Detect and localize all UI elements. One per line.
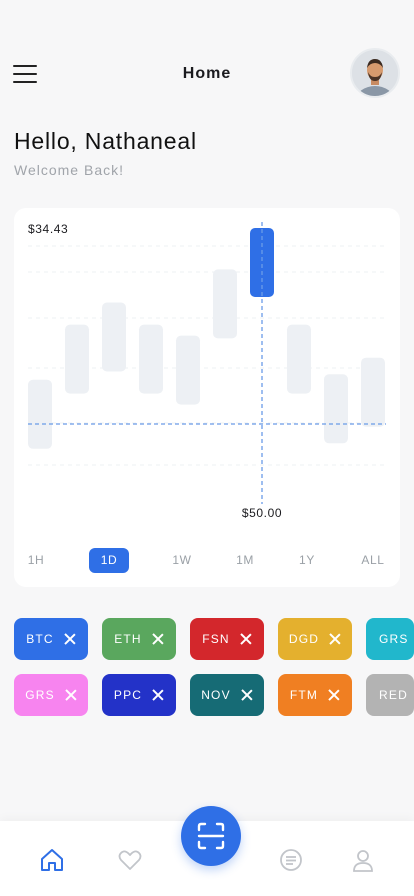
candle — [176, 335, 200, 405]
coin-chip-label: BTC — [26, 632, 54, 646]
candle — [324, 374, 348, 444]
coin-chip-ftm[interactable]: FTM — [278, 674, 352, 716]
coin-chip-ppc[interactable]: PPC — [102, 674, 176, 716]
price-label-bottom: $50.00 — [242, 506, 282, 520]
candle — [65, 324, 89, 394]
coin-chip-label: ETH — [114, 632, 142, 646]
chat-icon[interactable] — [278, 847, 304, 873]
coin-chip-nov[interactable]: NOV — [190, 674, 264, 716]
scan-icon — [197, 822, 225, 850]
coin-chip-red[interactable]: RED — [366, 674, 414, 716]
candle — [28, 379, 52, 449]
candlestick-chart[interactable]: $34.43 $50.00 — [14, 208, 400, 538]
avatar[interactable] — [350, 48, 400, 98]
greeting-title: Hello, Nathaneal — [14, 128, 197, 154]
close-icon[interactable] — [152, 689, 164, 701]
coin-chip-label: FSN — [202, 632, 230, 646]
candle — [102, 302, 126, 372]
close-icon[interactable] — [64, 633, 76, 645]
timeframe-tab-1m[interactable]: 1M — [233, 548, 257, 573]
coin-chip-label: GRS — [25, 688, 55, 702]
heart-icon[interactable] — [117, 847, 143, 873]
coin-chip-label: DGD — [288, 632, 320, 646]
welcome-subtitle: Welcome Back! — [14, 162, 124, 178]
timeframe-selector: 1H 1D 1W 1M 1Y ALL — [14, 548, 400, 578]
close-icon[interactable] — [65, 689, 77, 701]
timeframe-tab-all[interactable]: ALL — [361, 548, 385, 573]
coin-chip-eth[interactable]: ETH — [102, 618, 176, 660]
close-icon[interactable] — [152, 633, 164, 645]
header: Home — [0, 46, 414, 102]
coin-chip-grs[interactable]: GRS — [14, 674, 88, 716]
coin-chip-label: GRS — [379, 632, 409, 646]
scan-button[interactable] — [181, 806, 241, 866]
timeframe-tab-1w[interactable]: 1W — [170, 548, 194, 573]
coin-chip-label: FTM — [289, 688, 319, 702]
coin-chip-label: PPC — [113, 688, 143, 702]
timeframe-tab-1h[interactable]: 1H — [24, 548, 48, 573]
timeframe-tab-1d[interactable]: 1D — [89, 548, 129, 573]
candle — [139, 324, 163, 394]
close-icon[interactable] — [241, 689, 253, 701]
candle — [287, 324, 311, 394]
timeframe-tab-1y[interactable]: 1Y — [295, 548, 319, 573]
coin-chip-btc[interactable]: BTC — [14, 618, 88, 660]
coin-chip-label: NOV — [201, 688, 231, 702]
home-icon[interactable] — [39, 847, 65, 873]
coin-chip-dgd[interactable]: DGD — [278, 618, 352, 660]
close-icon[interactable] — [329, 633, 341, 645]
candle — [361, 357, 385, 427]
price-chart-card: $34.43 $50.00 1H 1D 1W 1M 1Y ALL — [14, 208, 400, 587]
candle — [213, 269, 237, 339]
user-icon[interactable] — [350, 847, 376, 873]
close-icon[interactable] — [328, 689, 340, 701]
close-icon[interactable] — [240, 633, 252, 645]
coin-chip-grs[interactable]: GRS — [366, 618, 414, 660]
coin-chip-fsn[interactable]: FSN — [190, 618, 264, 660]
price-label-top: $34.43 — [28, 222, 68, 236]
coin-chip-label: RED — [379, 688, 408, 702]
